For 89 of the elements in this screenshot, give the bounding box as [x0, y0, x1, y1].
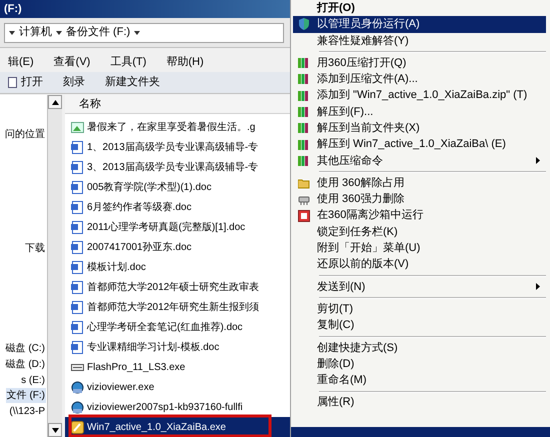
- sandbox-icon: [298, 210, 310, 222]
- zip-icon: [298, 90, 310, 102]
- file-row[interactable]: vizioviewer2007sp1-kb937160-fullfi: [65, 397, 290, 417]
- nav-item[interactable]: 下载: [24, 241, 46, 256]
- file-row[interactable]: FlashPro_11_LS3.exe: [65, 357, 290, 377]
- scroll-up-icon[interactable]: [48, 95, 62, 109]
- chevron-icon: [9, 30, 15, 36]
- menu-item[interactable]: 锁定到任务栏(K): [293, 224, 546, 240]
- menu-item[interactable]: 发送到(N): [293, 278, 546, 296]
- nav-item[interactable]: 磁盘 (C:): [4, 341, 46, 356]
- file-icon: [71, 280, 84, 294]
- nav-item[interactable]: 问的位置: [4, 127, 46, 142]
- toolbar-button[interactable]: 打开: [4, 74, 47, 91]
- zip-icon: [298, 154, 310, 167]
- file-icon: [71, 320, 84, 334]
- menu-item[interactable]: 使用 360解除占用: [293, 174, 546, 192]
- file-row[interactable]: 3、2013届高级学员专业课高级辅导-专: [65, 157, 290, 177]
- shield-icon: [298, 18, 310, 30]
- menu-item[interactable]: 添加到压缩文件(A)...: [293, 71, 546, 88]
- menu-item[interactable]: 以管理员身份运行(A): [293, 16, 546, 33]
- nav-item[interactable]: 磁盘 (D:): [4, 357, 46, 372]
- zip-icon: [298, 138, 310, 151]
- menu-item[interactable]: 剪切(T): [293, 301, 546, 318]
- file-row[interactable]: 模板计划.doc: [65, 257, 290, 277]
- file-icon: [71, 220, 84, 234]
- chevron-icon: [56, 30, 62, 36]
- menu-item[interactable]: 解压到当前文件夹(X): [293, 120, 546, 136]
- menu-item[interactable]: 查看(V): [50, 54, 94, 70]
- menu-item[interactable]: 复制(C): [293, 317, 546, 334]
- zip-icon: [298, 73, 310, 86]
- title-bar: (F:): [0, 0, 290, 18]
- menu-item[interactable]: 还原以前的版本(V): [293, 256, 546, 273]
- menu-item[interactable]: 打开(O): [293, 0, 546, 16]
- file-row[interactable]: 专业课精细学习计划-模板.doc: [65, 337, 290, 357]
- menu-item[interactable]: 用360压缩打开(Q): [293, 54, 546, 72]
- file-icon: [71, 160, 84, 174]
- menu-item[interactable]: 重命名(M): [293, 372, 546, 389]
- file-row[interactable]: 首都师范大学2012年研究生新生报到须: [65, 297, 290, 317]
- file-icon: [71, 120, 84, 134]
- file-row[interactable]: 2007417001孙亚东.doc: [65, 237, 290, 257]
- file-row[interactable]: 暑假来了，在家里享受着暑假生活。.g: [65, 117, 290, 137]
- breadcrumb[interactable]: 计算机: [19, 24, 52, 41]
- document-icon: [8, 77, 17, 88]
- address-field[interactable]: 计算机 备份文件 (F:): [4, 22, 284, 42]
- zip-icon: [298, 122, 310, 134]
- zip-icon: [298, 106, 310, 118]
- menu-item[interactable]: 兼容性疑难解答(Y): [293, 32, 546, 49]
- menu-item[interactable]: 附到「开始」菜单(U): [293, 240, 546, 256]
- menu-item[interactable]: 其他压缩命令: [293, 152, 546, 169]
- scroll-down-icon[interactable]: [48, 423, 62, 437]
- menu-item[interactable]: 帮助(H): [162, 54, 208, 70]
- menu-item[interactable]: 删除(D): [293, 356, 546, 372]
- file-icon: [71, 180, 84, 194]
- column-header[interactable]: 名称: [65, 95, 290, 113]
- nav-item[interactable]: 文件 (F:): [6, 388, 46, 403]
- nav-item[interactable]: (\\123-P: [8, 404, 46, 419]
- file-row[interactable]: 2011心理学考研真题(完整版)[1].doc: [65, 217, 290, 237]
- nav-item[interactable]: s (E:): [20, 373, 46, 388]
- file-icon: [71, 140, 84, 154]
- menu-item[interactable]: 工具(T): [106, 54, 150, 70]
- file-row[interactable]: 005教育学院(学术型)(1).doc: [65, 177, 290, 197]
- menu-item[interactable]: 属性(R): [293, 394, 546, 411]
- file-row[interactable]: 心理学考研全套笔记(红血推荐).doc: [65, 317, 290, 337]
- menu-item[interactable]: 解压到(F)...: [293, 104, 546, 120]
- toolbar-button[interactable]: 新建文件夹: [101, 74, 164, 91]
- toolbar-button[interactable]: 刻录: [59, 74, 89, 91]
- file-row[interactable]: vizioviewer.exe: [65, 377, 290, 397]
- menu-item[interactable]: 添加到 "Win7_active_1.0_XiaZaiBa.zip" (T): [293, 87, 546, 104]
- breadcrumb[interactable]: 备份文件 (F:): [66, 24, 130, 41]
- file-icon: [71, 400, 84, 414]
- file-icon: [71, 420, 84, 434]
- file-icon: [71, 380, 84, 394]
- file-icon: [71, 240, 84, 254]
- menu-item[interactable]: 使用 360强力删除: [293, 191, 546, 208]
- file-icon: [71, 200, 84, 214]
- scrollbar[interactable]: [48, 95, 62, 437]
- menu-item[interactable]: 辑(E): [4, 54, 38, 70]
- zip-icon: [298, 57, 310, 70]
- file-row[interactable]: 6月签约作者等级赛.doc: [65, 197, 290, 217]
- file-row[interactable]: 首都师范大学2012年硕士研究生政审表: [65, 277, 290, 297]
- file-icon: [71, 340, 84, 354]
- folder-icon: [298, 177, 310, 190]
- menu-item[interactable]: 解压到 Win7_active_1.0_XiaZaiBa\ (E): [293, 136, 546, 153]
- file-row[interactable]: 1、2013届高级学员专业课高级辅导-专: [65, 137, 290, 157]
- menu-item[interactable]: 在360隔离沙箱中运行: [293, 208, 546, 224]
- file-icon: [71, 300, 84, 314]
- chevron-icon: [134, 30, 140, 36]
- menu-item[interactable]: 创建快捷方式(S): [293, 340, 546, 356]
- file-icon: [71, 260, 84, 274]
